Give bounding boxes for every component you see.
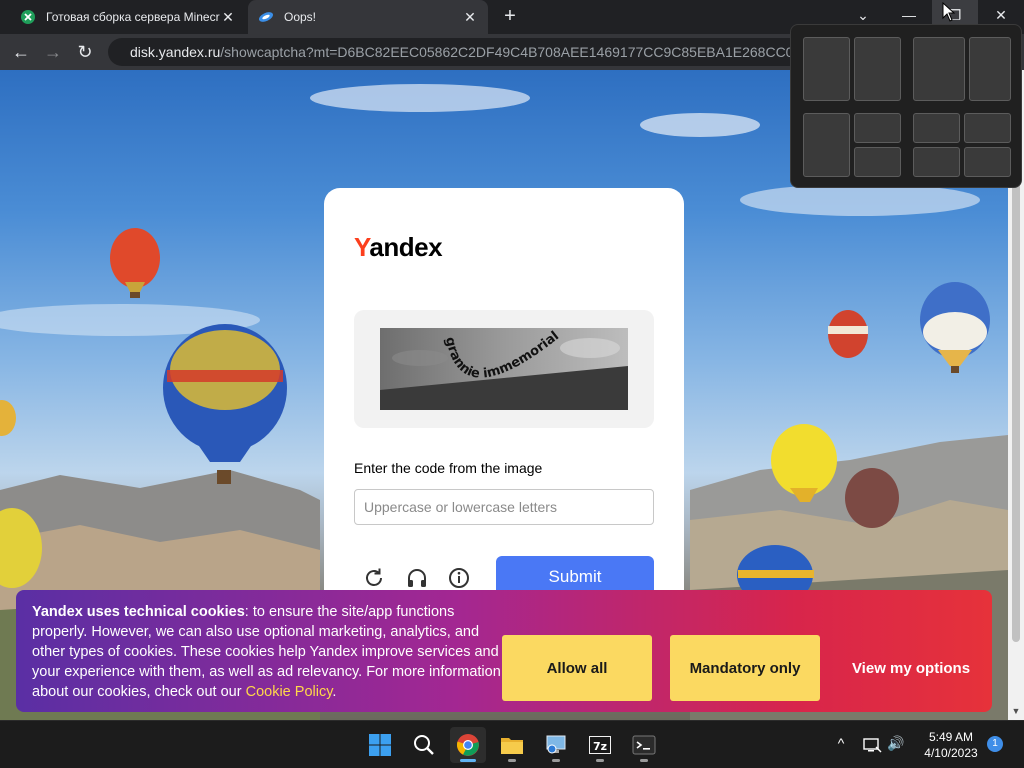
windows-start-icon (369, 734, 391, 756)
snap-zone[interactable] (803, 37, 850, 101)
info-icon[interactable] (447, 566, 471, 590)
snap-zone[interactable] (854, 37, 901, 101)
captcha-container: grannie immemorial (354, 310, 654, 428)
running-app-indicator (508, 759, 516, 762)
start-button[interactable] (362, 727, 398, 763)
remote-desktop-icon (546, 735, 566, 754)
running-app-indicator (596, 759, 604, 762)
snap-zone[interactable] (854, 113, 901, 143)
allow-all-button[interactable]: Allow all (502, 635, 652, 701)
snap-zone[interactable] (964, 113, 1011, 143)
mouse-cursor-icon (942, 2, 956, 22)
snap-zone[interactable] (854, 147, 901, 177)
taskbar-remote-desktop[interactable] (538, 727, 574, 763)
terminal-icon (632, 735, 656, 755)
system-clock[interactable]: 5:49 AM 4/10/2023 (916, 729, 986, 761)
notification-badge[interactable]: 1 (987, 736, 1003, 752)
url-path: /showcaptcha?mt=D6BC82EEC05862C2DF49C4B7… (220, 44, 808, 60)
snap-zone[interactable] (913, 37, 965, 101)
network-monitor-icon[interactable] (862, 735, 882, 755)
taskbar-search-button[interactable] (406, 727, 442, 763)
running-app-indicator (640, 759, 648, 762)
new-tab-button[interactable]: + (498, 4, 522, 28)
snap-layout-two-thirds (913, 37, 1011, 101)
snap-layouts-flyout (790, 24, 1022, 188)
back-button[interactable]: ← (9, 40, 33, 64)
chrome-icon (456, 734, 479, 756)
mandatory-only-button[interactable]: Mandatory only (670, 635, 820, 701)
taskbar-file-explorer[interactable] (494, 727, 530, 763)
refresh-icon[interactable] (362, 566, 386, 590)
reload-button[interactable]: ↻ (73, 40, 97, 64)
captcha-image: grannie immemorial (380, 328, 628, 410)
snap-layout-main-plus-stack (803, 113, 901, 177)
show-hidden-icons-chevron-icon[interactable]: ^ (831, 735, 851, 755)
tab-title: Oops! (284, 10, 317, 24)
cookie-banner: Yandex uses technical cookies: to ensure… (16, 590, 992, 712)
tab-close-icon[interactable]: ✕ (220, 9, 236, 26)
snap-zone[interactable] (913, 147, 960, 177)
cookie-notice-heading: Yandex uses technical cookies (32, 604, 245, 620)
svg-text:7z: 7z (593, 740, 607, 753)
search-icon (414, 735, 434, 755)
clock-date: 4/10/2023 (924, 746, 978, 760)
taskbar-chrome[interactable] (450, 727, 486, 763)
address-bar[interactable]: disk.yandex.ru/showcaptcha?mt=D6BC82EEC0… (108, 38, 808, 66)
clock-time: 5:49 AM (928, 730, 974, 744)
scroll-down-arrow[interactable]: ▼ (1008, 706, 1024, 720)
snap-zone[interactable] (803, 113, 850, 177)
yandex-logo: Yandex (354, 232, 443, 262)
volume-icon[interactable]: 🔊 (886, 735, 906, 755)
captcha-prompt: Enter the code from the image (354, 460, 543, 476)
url-host: disk.yandex.ru (130, 44, 221, 60)
captcha-card: Yandex grannie immemorial Enter the code… (324, 188, 684, 628)
running-app-indicator (552, 759, 560, 762)
snap-layout-halves (803, 37, 901, 101)
cookie-notice-text: Yandex uses technical cookies: to ensure… (32, 604, 501, 700)
snap-layout-quadrants (913, 113, 1011, 177)
tab-oops[interactable]: Oops! ✕ (248, 0, 488, 34)
7zip-icon: 7z (589, 736, 611, 754)
green-shield-icon (21, 10, 35, 24)
snap-zone[interactable] (969, 37, 1011, 101)
yandex-disk-icon (258, 12, 274, 22)
taskbar-terminal[interactable] (626, 727, 662, 763)
view-options-button[interactable]: View my options (836, 635, 986, 701)
tab-close-icon[interactable]: ✕ (462, 9, 478, 26)
taskbar: 7z ^ 🔊 5:49 AM 4/10/2023 1 (0, 720, 1024, 768)
cookie-policy-link[interactable]: Cookie Policy (246, 684, 333, 700)
snap-zone[interactable] (913, 113, 960, 143)
active-app-indicator (460, 759, 476, 762)
tab-minecraft[interactable]: Готовая сборка сервера Minecr ✕ (10, 0, 246, 34)
forward-button[interactable]: → (41, 40, 65, 64)
headphones-icon[interactable] (405, 566, 429, 590)
snap-zone[interactable] (964, 147, 1011, 177)
taskbar-7zip[interactable]: 7z (582, 727, 618, 763)
tab-title: Готовая сборка сервера Minecr (46, 10, 220, 24)
file-explorer-icon (501, 738, 523, 754)
captcha-code-input[interactable] (354, 489, 654, 525)
